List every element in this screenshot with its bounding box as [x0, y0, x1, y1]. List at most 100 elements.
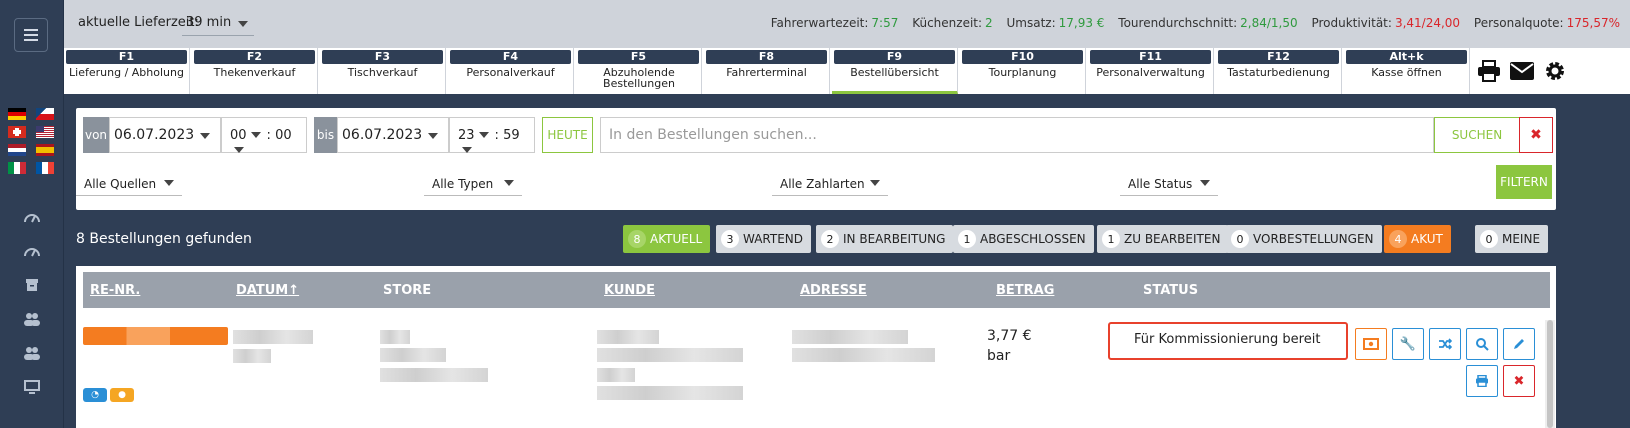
von-time-input[interactable]: 00: 00 — [221, 117, 307, 153]
chip-in-bearbeitung[interactable]: 2 IN BEARBEITUNG — [816, 225, 954, 253]
bis-minute[interactable]: 59 — [503, 128, 520, 143]
speedometer-icon[interactable] — [0, 234, 64, 268]
flag-de-icon[interactable] — [8, 108, 26, 120]
view-details-button[interactable] — [1466, 328, 1498, 360]
chip-vorbestellungen[interactable]: 0 VORBESTELLUNGEN — [1226, 225, 1382, 253]
chip-abgeschlossen[interactable]: 1 ABGESCHLOSSEN — [953, 225, 1094, 253]
tab-alt-k[interactable]: Alt+k Kasse öffnen — [1344, 48, 1470, 94]
von-hour[interactable]: 00 — [230, 128, 247, 143]
tab-f2[interactable]: F2 Thekenverkauf — [192, 48, 318, 94]
cash-button[interactable] — [1355, 328, 1387, 360]
chip-meine[interactable]: 0 MEINE — [1475, 225, 1549, 253]
dashboard-icon[interactable] — [0, 200, 64, 234]
header-kunde[interactable]: KUNDE — [604, 283, 655, 298]
tab-label: Kasse öffnen — [1371, 66, 1442, 79]
betrag-value: 3,77 € — [987, 328, 1032, 344]
bis-date-input[interactable]: 06.07.2023 — [337, 117, 449, 153]
tab-label: Thekenverkauf — [213, 66, 296, 79]
chevron-down-icon — [234, 147, 244, 153]
archive-icon[interactable] — [0, 268, 64, 302]
users-icon[interactable] — [0, 302, 64, 336]
chevron-down-icon — [428, 133, 438, 139]
menu-button[interactable] — [14, 18, 48, 52]
stat-umsatz: Umsatz: 17,93 € — [1006, 16, 1105, 30]
flag-nl-icon[interactable] — [8, 144, 26, 156]
gear-icon[interactable] — [1540, 58, 1570, 84]
reassign-button[interactable] — [1429, 328, 1461, 360]
sidebar-nav — [0, 200, 64, 404]
flag-fr-icon[interactable] — [36, 162, 54, 174]
edit-button[interactable] — [1503, 328, 1535, 360]
heute-button[interactable]: HEUTE — [542, 117, 593, 153]
tab-f5[interactable]: F5 Abzuholende Bestellungen — [576, 48, 702, 94]
chevron-down-icon — [870, 180, 880, 186]
zahlarten-value: Alle Zahlarten — [780, 177, 865, 191]
table-row[interactable]: ◔ ● 3,77 € bar Für Kommissionierung bere… — [76, 322, 1546, 428]
lieferzeit-select[interactable]: 39 min — [182, 10, 254, 36]
typen-select[interactable]: Alle Typen — [424, 170, 522, 196]
tab-f11[interactable]: F11 Personalverwaltung — [1088, 48, 1214, 94]
flag-cz-icon[interactable] — [36, 108, 54, 120]
kunde-redacted — [597, 330, 659, 344]
flag-us-icon[interactable] — [36, 126, 54, 138]
von-minute[interactable]: 00 — [275, 128, 292, 143]
chip-label: ABGESCHLOSSEN — [980, 232, 1086, 246]
print-order-button[interactable] — [1466, 365, 1498, 397]
search-button[interactable]: SUCHEN — [1434, 117, 1520, 153]
tab-label: Bestellübersicht — [850, 66, 939, 79]
clear-search-button[interactable]: ✖ — [1519, 117, 1553, 153]
header-renr[interactable]: RE-NR. — [90, 283, 140, 298]
flag-it-icon[interactable] — [8, 162, 26, 174]
monitor-icon[interactable] — [0, 370, 64, 404]
staff-icon[interactable] — [0, 336, 64, 370]
tab-f8[interactable]: F8 Fahrerterminal — [704, 48, 830, 94]
tab-f10[interactable]: F10 Tourplanung — [960, 48, 1086, 94]
stat-kuechenzeit: Küchenzeit: 2 — [912, 16, 993, 30]
von-date-input[interactable]: 06.07.2023 — [109, 117, 221, 153]
status-badge[interactable]: Für Kommissionierung bereit — [1108, 322, 1348, 360]
scrollbar-thumb[interactable] — [1547, 320, 1553, 428]
zahlarten-select[interactable]: Alle Zahlarten — [772, 170, 888, 196]
tab-f1[interactable]: F1 Lieferung / Abholung — [64, 48, 190, 94]
chip-aktuell[interactable]: 8 AKTUELL — [623, 225, 711, 253]
chevron-down-icon — [238, 21, 248, 27]
header-adresse[interactable]: ADRESSE — [800, 283, 867, 298]
stats-bar: Fahrerwartezeit: 7:57 Küchenzeit: 2 Umsatz… — [761, 16, 1620, 30]
comment-badge-icon: ● — [110, 388, 134, 402]
filter-button[interactable]: FILTERN — [1496, 165, 1552, 199]
chevron-down-icon — [250, 132, 261, 138]
delete-order-button[interactable]: ✖ — [1503, 365, 1535, 397]
shuffle-icon — [1439, 338, 1452, 350]
tab-label: Tourplanung — [988, 66, 1057, 79]
table-scrollbar[interactable] — [1545, 320, 1555, 428]
table-header: RE-NR. DATUM↑ STORE KUNDE ADRESSE BETRAG… — [83, 272, 1550, 308]
print-icon[interactable] — [1474, 58, 1504, 84]
order-number-redacted[interactable] — [83, 327, 228, 345]
chip-wartend[interactable]: 3 WARTEND — [716, 225, 812, 253]
tab-f3[interactable]: F3 Tischverkauf — [320, 48, 446, 94]
chevron-down-icon — [164, 180, 174, 186]
search-input[interactable] — [600, 117, 1434, 153]
wrench-icon: 🔧 — [1399, 336, 1417, 352]
tab-key: F5 — [578, 50, 699, 64]
store-redacted — [380, 330, 410, 344]
header-betrag[interactable]: BETRAG — [996, 283, 1054, 298]
tab-key: F12 — [1218, 50, 1339, 64]
chip-akut[interactable]: 4 AKUT — [1384, 225, 1451, 253]
tab-f12[interactable]: F12 Tastaturbedienung — [1216, 48, 1342, 94]
quellen-select[interactable]: Alle Quellen — [76, 170, 182, 196]
bis-time-input[interactable]: 23: 59 — [449, 117, 535, 153]
money-icon — [1363, 338, 1379, 350]
flag-es-icon[interactable] — [36, 144, 54, 156]
mail-icon[interactable] — [1507, 58, 1537, 84]
header-datum[interactable]: DATUM↑ — [236, 283, 299, 298]
bis-hour[interactable]: 23 — [458, 128, 475, 143]
lieferzeit-label: aktuelle Lieferzeit: — [78, 15, 199, 30]
flag-ch-icon[interactable] — [8, 126, 26, 138]
tab-key: F11 — [1090, 50, 1211, 64]
chip-zu-bearbeiten[interactable]: 1 ZU BEARBEITEN — [1097, 225, 1229, 253]
edit-settings-button[interactable]: 🔧 — [1392, 328, 1424, 360]
tab-f4[interactable]: F4 Personalverkauf — [448, 48, 574, 94]
status-select[interactable]: Alle Status — [1120, 170, 1218, 196]
tab-f9[interactable]: F9 Bestellübersicht — [832, 48, 958, 94]
